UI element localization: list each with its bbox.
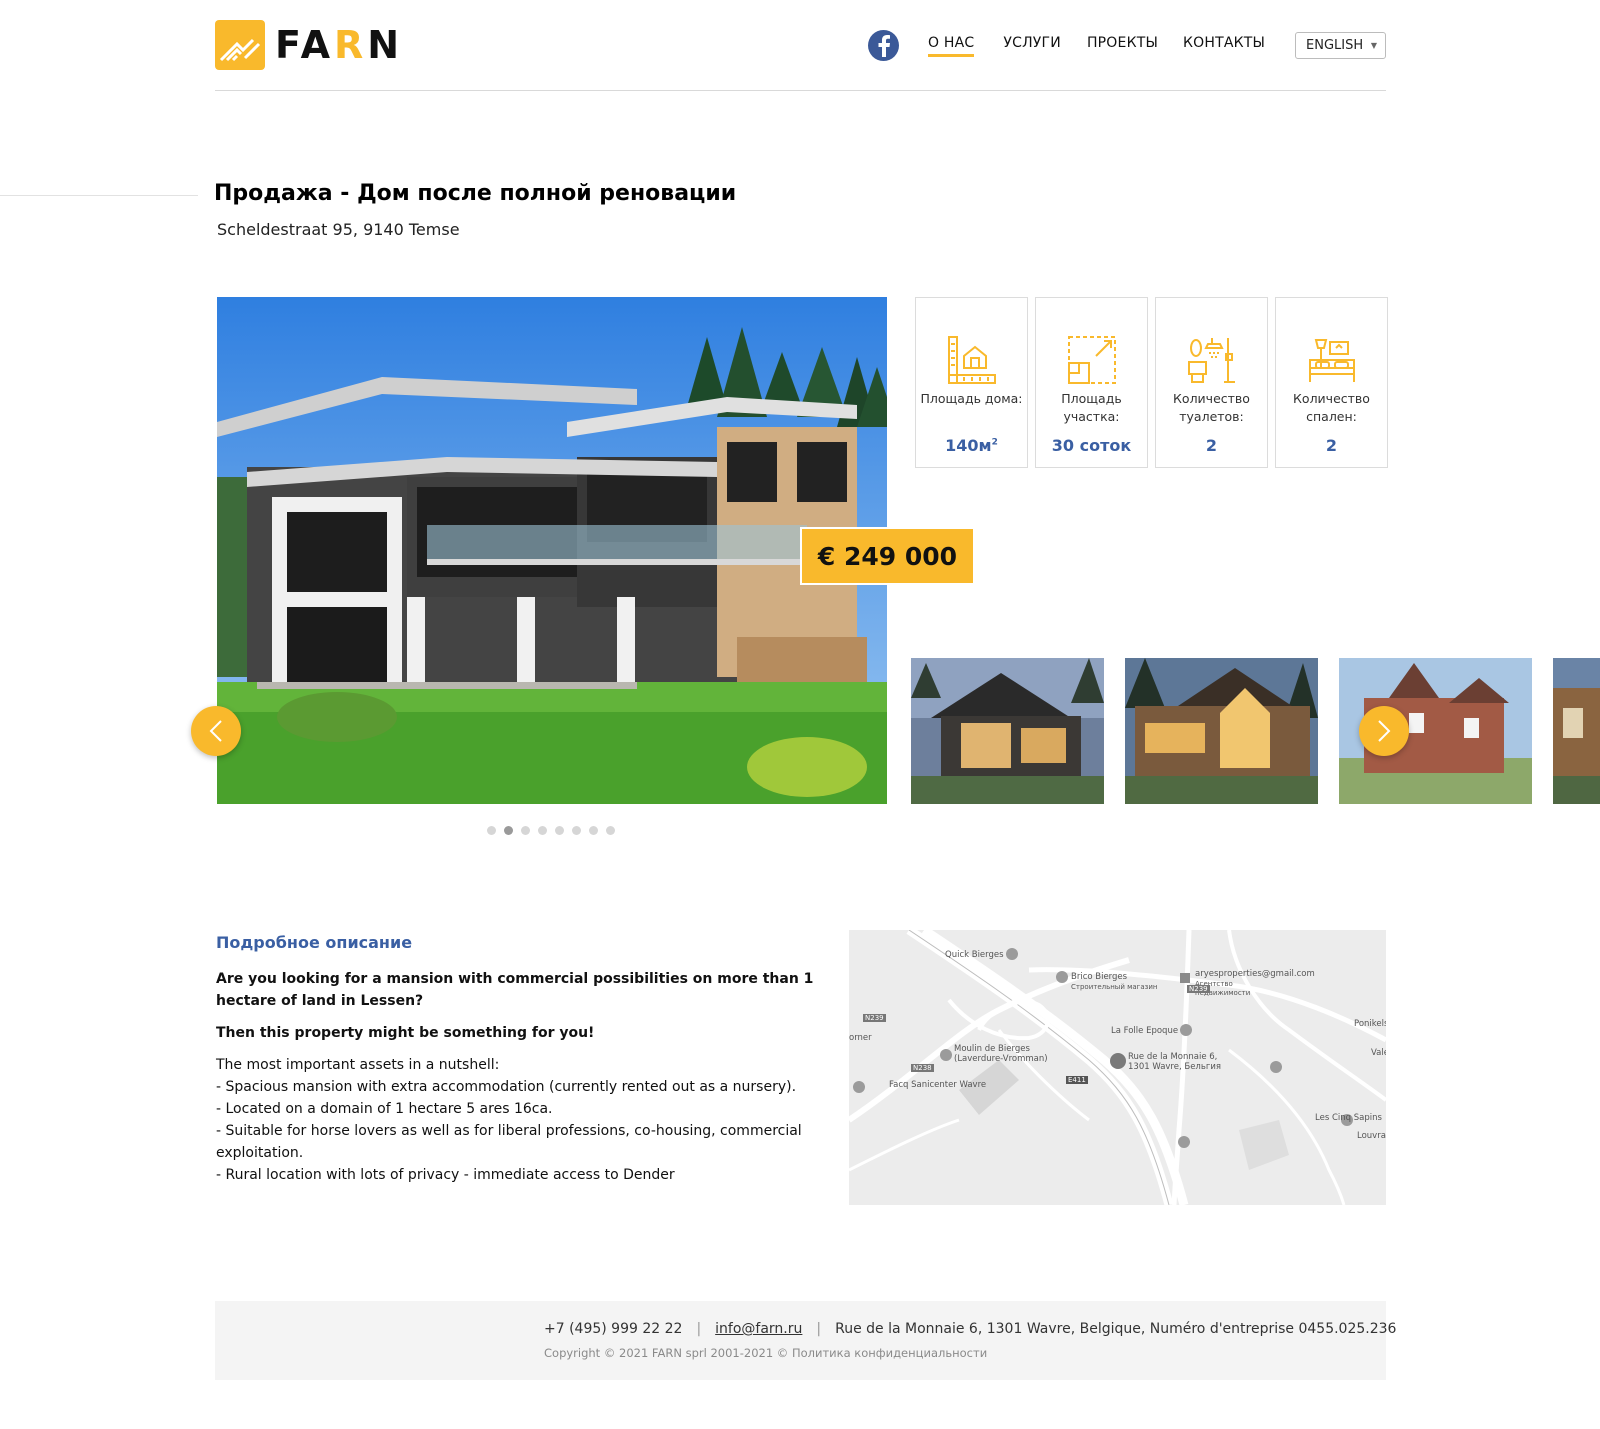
map-label: Ponikels: [1354, 1019, 1386, 1029]
description-line: - Spacious mansion with extra accommodat…: [216, 1079, 797, 1095]
description-line: The most important assets in a nutshell:: [216, 1057, 500, 1073]
footer-address: Rue de la Monnaie 6, 1301 Wavre, Belgiqu…: [835, 1321, 1397, 1337]
facebook-icon[interactable]: [868, 30, 899, 61]
spec-label: Площадь участка:: [1061, 391, 1122, 424]
footer-separator: |: [816, 1321, 822, 1337]
main-nav: О НАС УСЛУГИ ПРОЕКТЫ КОНТАКТЫ: [928, 35, 1265, 57]
logo[interactable]: FARN: [215, 20, 403, 70]
slider-dot[interactable]: [538, 826, 547, 835]
chevron-left-icon: [209, 720, 222, 742]
map-label: 1301 Wavre, Бельгия: [1128, 1062, 1221, 1072]
plot-area-icon: [1036, 298, 1147, 390]
description-lead: Are you looking for a mansion with comme…: [216, 971, 814, 1009]
thumbnail-2[interactable]: [1125, 658, 1318, 804]
language-select[interactable]: ENGLISH ▼: [1295, 32, 1386, 59]
description-title: Подробное описание: [216, 933, 413, 952]
map-label: Moulin de Bierges: [954, 1044, 1030, 1054]
spec-label: Количество туалетов:: [1173, 391, 1250, 424]
map-label: Rue de la Monnaie 6,: [1128, 1052, 1218, 1062]
footer-separator: |: [696, 1321, 702, 1337]
spec-value: 2: [1325, 436, 1338, 455]
description-list: The most important assets in a nutshell:…: [216, 1054, 816, 1186]
slider-dot[interactable]: [555, 826, 564, 835]
footer-contacts: +7 (495) 999 22 22 | info@farn.ru | Rue de l…: [544, 1321, 1396, 1337]
footer-email-link[interactable]: info@farn.ru: [715, 1321, 802, 1337]
description-hook: Then this property might be something fo…: [216, 1025, 595, 1041]
spec-value: 140м2: [945, 436, 998, 455]
map-label: orner: [849, 1033, 872, 1043]
spec-plot-area: Площадь участка: 30 соток: [1035, 297, 1148, 468]
map-label: Quick Bierges: [945, 950, 1004, 960]
bathroom-icon: [1156, 298, 1267, 390]
description-line: - Suitable for horse lovers as well as f…: [216, 1123, 802, 1161]
nav-item-about[interactable]: О НАС: [928, 35, 975, 57]
slider-dot[interactable]: [606, 826, 615, 835]
road-badge: N239: [863, 1014, 886, 1022]
map-label: La Folle Epoque: [1111, 1026, 1179, 1036]
footer-phone[interactable]: +7 (495) 999 22 22: [544, 1321, 682, 1337]
chevron-down-icon: ▼: [1370, 41, 1377, 50]
house-plan-icon: [916, 298, 1027, 390]
thumbnail-strip: [911, 658, 1600, 804]
site-footer: +7 (495) 999 22 22 | info@farn.ru | Rue de l…: [215, 1301, 1396, 1380]
spec-value: 2: [1205, 436, 1218, 455]
nav-item-projects[interactable]: ПРОЕКТЫ: [1087, 35, 1158, 57]
road-badge: N239: [1187, 985, 1210, 993]
map-label: Brico Bierges: [1071, 972, 1128, 982]
decorative-divider: [0, 195, 198, 196]
slider-dot[interactable]: [487, 826, 496, 835]
slider-prev-button[interactable]: [191, 706, 241, 756]
thumbnail-1[interactable]: [911, 658, 1104, 804]
slider-dot[interactable]: [572, 826, 581, 835]
spec-house-area: Площадь дома: 140м2: [915, 297, 1028, 468]
slider-dot[interactable]: [521, 826, 530, 835]
chevron-right-icon: [1378, 720, 1391, 742]
description-body: Are you looking for a mansion with comme…: [216, 968, 816, 1186]
spec-bedrooms: Количество спален: 2: [1275, 297, 1388, 468]
slider-dot[interactable]: [589, 826, 598, 835]
map-label: Строительный магазин: [1071, 983, 1158, 991]
spec-value: 30 соток: [1051, 436, 1132, 455]
map-label: Les Cinq Sapins: [1315, 1113, 1382, 1123]
property-specs: Площадь дома: 140м2 Площадь участка: 30 …: [915, 297, 1388, 468]
price-badge: € 249 000: [800, 527, 975, 585]
bed-icon: [1276, 298, 1387, 390]
description-line: - Rural location with lots of privacy - …: [216, 1167, 675, 1183]
main-photo[interactable]: [217, 297, 887, 804]
map-label: Louvra: [1357, 1131, 1386, 1141]
thumbnail-4[interactable]: [1553, 658, 1600, 804]
footer-copyright: Copyright © 2021 FARN sprl 2001-2021 © П…: [544, 1346, 988, 1360]
logo-text: FARN: [275, 23, 404, 67]
map-label: (Laverdure-Vromman): [954, 1054, 1048, 1064]
road-badge: E411: [1066, 1076, 1088, 1084]
language-select-value: ENGLISH: [1306, 38, 1364, 53]
page-title: Продажа - Дом после полной реновации: [214, 181, 737, 206]
slider-dots: [487, 826, 615, 835]
logo-mark-icon: [215, 20, 265, 70]
spec-label: Количество спален:: [1293, 391, 1370, 424]
description-line: - Located on a domain of 1 hectare 5 are…: [216, 1101, 553, 1117]
location-map[interactable]: Quick Bierges Brico Bierges Строительный…: [849, 930, 1386, 1205]
map-label: aryesproperties@gmail.com: [1195, 969, 1315, 979]
map-label: Facq Sanicenter Wavre: [889, 1080, 987, 1090]
slider-next-button[interactable]: [1359, 706, 1409, 756]
spec-label: Площадь дома:: [920, 391, 1023, 406]
slider-dot[interactable]: [504, 826, 513, 835]
spec-bathrooms: Количество туалетов: 2: [1155, 297, 1268, 468]
listing-address: Scheldestraat 95, 9140 Temse: [217, 220, 460, 239]
site-header: FARN О НАС УСЛУГИ ПРОЕКТЫ КОНТАКТЫ ENGLI…: [215, 0, 1386, 91]
map-label: Valé: [1371, 1048, 1386, 1058]
nav-item-contacts[interactable]: КОНТАКТЫ: [1183, 35, 1265, 57]
road-badge: N238: [911, 1064, 934, 1072]
nav-item-services[interactable]: УСЛУГИ: [1003, 35, 1061, 57]
